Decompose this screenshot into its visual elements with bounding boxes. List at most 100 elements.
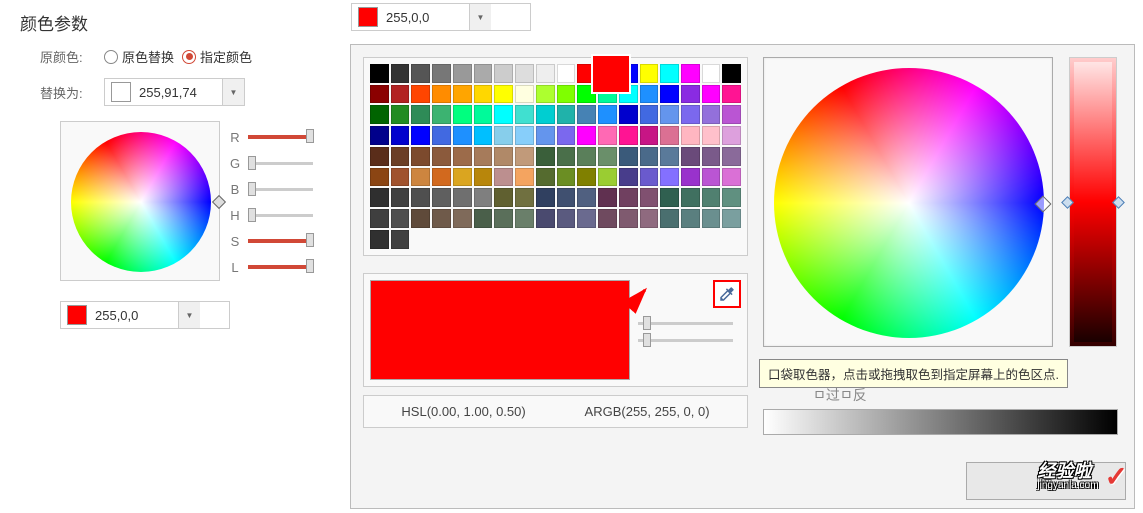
current-color-input[interactable]: 255,0,0 ▼ (60, 301, 230, 329)
color-swatch[interactable] (411, 147, 430, 166)
color-swatch[interactable] (722, 188, 741, 207)
color-swatch[interactable] (474, 126, 493, 145)
color-swatch[interactable] (536, 209, 555, 228)
eyedropper-button[interactable] (713, 280, 741, 308)
color-swatch[interactable] (411, 209, 430, 228)
color-swatch[interactable] (453, 85, 472, 104)
color-swatch[interactable] (370, 168, 389, 187)
color-swatch[interactable] (370, 147, 389, 166)
color-swatch[interactable] (453, 64, 472, 83)
color-swatch[interactable] (660, 188, 679, 207)
color-swatch[interactable] (577, 105, 596, 124)
color-swatch[interactable] (557, 188, 576, 207)
color-swatch[interactable] (370, 230, 389, 249)
color-swatch[interactable] (598, 168, 617, 187)
color-swatch[interactable] (640, 85, 659, 104)
color-swatch[interactable] (411, 64, 430, 83)
color-swatch[interactable] (370, 188, 389, 207)
color-swatch[interactable] (391, 64, 410, 83)
color-swatch[interactable] (515, 188, 534, 207)
color-swatch[interactable] (453, 105, 472, 124)
color-swatch[interactable] (515, 209, 534, 228)
color-swatch[interactable] (432, 105, 451, 124)
color-swatch[interactable] (370, 64, 389, 83)
color-swatch[interactable] (432, 209, 451, 228)
dropdown-icon[interactable]: ▼ (222, 79, 244, 105)
color-swatch[interactable] (515, 126, 534, 145)
color-swatch[interactable] (411, 105, 430, 124)
color-swatch[interactable] (432, 85, 451, 104)
color-swatch[interactable] (577, 126, 596, 145)
preview-slider[interactable] (638, 339, 733, 342)
color-swatch[interactable] (370, 209, 389, 228)
color-swatch[interactable] (681, 168, 700, 187)
color-swatch[interactable] (722, 168, 741, 187)
color-swatch[interactable] (536, 168, 555, 187)
color-swatch[interactable] (722, 147, 741, 166)
color-swatch[interactable] (557, 126, 576, 145)
slider-l[interactable] (248, 265, 313, 269)
color-swatch[interactable] (722, 64, 741, 83)
color-swatch[interactable] (494, 188, 513, 207)
slider-s[interactable] (248, 239, 313, 243)
color-swatch[interactable] (702, 126, 721, 145)
color-swatch[interactable] (391, 168, 410, 187)
color-swatch[interactable] (619, 126, 638, 145)
brightness-slider[interactable] (1069, 57, 1117, 347)
color-swatch[interactable] (577, 188, 596, 207)
color-swatch[interactable] (702, 147, 721, 166)
color-swatch[interactable] (494, 105, 513, 124)
color-swatch[interactable] (598, 126, 617, 145)
color-swatch[interactable] (660, 168, 679, 187)
color-swatch[interactable] (702, 168, 721, 187)
slider-thumb-icon[interactable] (248, 182, 256, 196)
color-swatch[interactable] (557, 168, 576, 187)
slider-thumb-icon[interactable] (306, 259, 314, 273)
color-swatch[interactable] (660, 85, 679, 104)
slider-thumb-icon[interactable] (643, 333, 651, 347)
color-swatch[interactable] (494, 168, 513, 187)
replace-color-input[interactable]: 255,91,74 ▼ (104, 78, 245, 106)
color-swatch[interactable] (681, 147, 700, 166)
slider-thumb-icon[interactable] (643, 316, 651, 330)
color-swatch[interactable] (432, 168, 451, 187)
color-swatch[interactable] (494, 147, 513, 166)
color-swatch[interactable] (660, 64, 679, 83)
color-swatch[interactable] (391, 147, 410, 166)
slider-b[interactable] (248, 188, 313, 191)
wheel-handle-icon[interactable] (212, 195, 226, 209)
color-swatch[interactable] (494, 85, 513, 104)
dropdown-icon[interactable]: ▼ (178, 302, 200, 328)
color-swatch[interactable] (660, 209, 679, 228)
color-swatch[interactable] (494, 209, 513, 228)
color-swatch[interactable] (619, 147, 638, 166)
color-swatch[interactable] (722, 105, 741, 124)
color-swatch[interactable] (494, 126, 513, 145)
color-swatch[interactable] (722, 85, 741, 104)
color-swatch[interactable] (411, 85, 430, 104)
color-swatch[interactable] (536, 147, 555, 166)
color-swatch[interactable] (619, 168, 638, 187)
color-swatch[interactable] (557, 105, 576, 124)
slider-thumb-icon[interactable] (248, 208, 256, 222)
color-swatch[interactable] (453, 147, 472, 166)
color-swatch[interactable] (453, 188, 472, 207)
color-swatch[interactable] (453, 126, 472, 145)
color-swatch[interactable] (391, 126, 410, 145)
color-swatch[interactable] (660, 147, 679, 166)
color-swatch[interactable] (391, 209, 410, 228)
color-swatch[interactable] (577, 168, 596, 187)
slider-h[interactable] (248, 214, 313, 217)
color-swatch[interactable] (515, 85, 534, 104)
radio-original-replace[interactable]: 原色替换 (104, 47, 174, 66)
color-swatch[interactable] (681, 105, 700, 124)
color-swatch[interactable] (515, 147, 534, 166)
color-swatch[interactable] (640, 64, 659, 83)
color-swatch[interactable] (536, 126, 555, 145)
color-swatch[interactable] (411, 126, 430, 145)
color-swatch[interactable] (411, 168, 430, 187)
color-swatch[interactable] (474, 85, 493, 104)
color-swatch[interactable] (453, 209, 472, 228)
color-swatch[interactable] (432, 64, 451, 83)
color-swatch[interactable] (474, 168, 493, 187)
